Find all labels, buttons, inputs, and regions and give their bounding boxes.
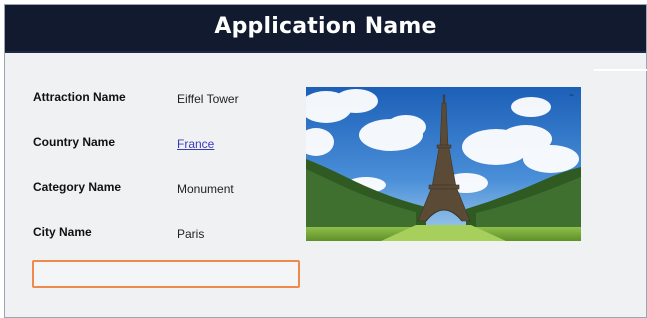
app-title: Application Name xyxy=(214,14,437,39)
category-name-value: Monument xyxy=(177,182,234,196)
city-name-value: Paris xyxy=(177,227,205,241)
focused-control[interactable] xyxy=(32,260,300,288)
svg-text:~: ~ xyxy=(569,92,574,99)
category-name-label: Category Name xyxy=(33,180,122,194)
eiffel-tower-photo: ~ xyxy=(306,87,581,241)
country-name-link[interactable]: France xyxy=(177,137,214,151)
decorative-divider xyxy=(594,69,647,71)
attraction-name-value: Eiffel Tower xyxy=(177,92,239,106)
app-header: Application Name xyxy=(5,5,646,53)
country-name-value: France xyxy=(177,137,214,151)
country-name-label: Country Name xyxy=(33,135,116,149)
city-name-label: City Name xyxy=(33,225,92,239)
attraction-name-label: Attraction Name xyxy=(33,90,126,104)
app-window: Application Name Attraction Name Eiffel … xyxy=(4,4,647,318)
